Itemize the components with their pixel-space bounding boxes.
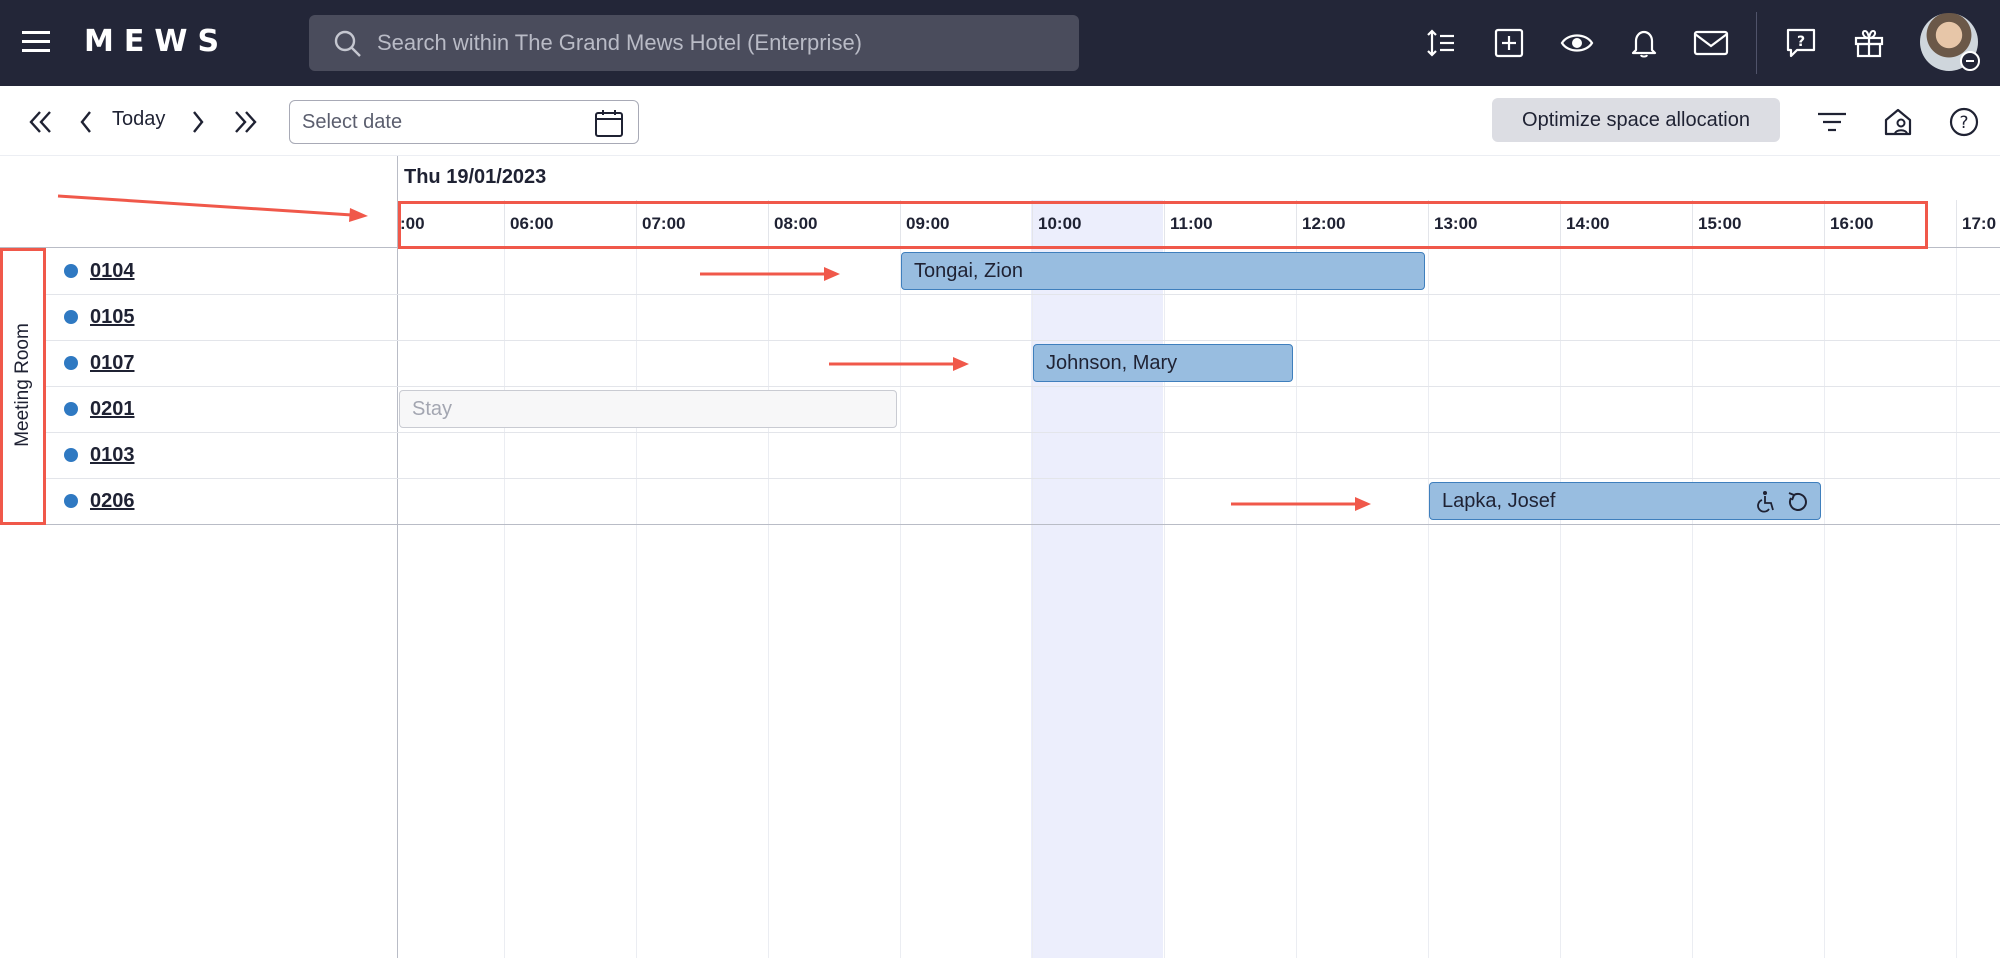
room-row-0104: 0104 [64,248,135,294]
room-status-dot [64,402,78,416]
row-divider [44,386,2000,387]
scheduler-toolbar: Today Optimize space allocation ? [0,86,2000,156]
row-divider [44,432,2000,433]
booking-guest-name: Tongai, Zion [914,259,1023,282]
grid-vline [768,248,769,958]
room-number-link[interactable]: 0103 [90,444,135,467]
mail-icon[interactable] [1688,20,1734,66]
help-icon[interactable]: ? [1946,104,1982,140]
annotation-box-category [0,248,46,525]
scheduler-grid: Meeting Room 0104 0105 0107 0201 0103 02… [0,248,2000,958]
room-number-link[interactable]: 0206 [90,490,135,513]
eye-icon[interactable] [1554,20,1600,66]
room-status-dot [64,448,78,462]
search-input[interactable] [377,15,1057,71]
row-height-icon[interactable] [1418,20,1464,66]
room-row-0206: 0206 [64,478,135,524]
add-icon[interactable] [1486,20,1532,66]
room-status-dot [64,264,78,278]
nav-divider [1756,12,1757,74]
stay-label: Stay [412,397,453,420]
top-navigation-bar: MEWS ? [0,0,2000,86]
grid-vline [1956,248,1957,958]
room-row-0105: 0105 [64,294,135,340]
room-row-0201: 0201 [64,386,135,432]
chevron-left-icon[interactable] [74,104,98,140]
stay-block[interactable]: Stay [399,390,897,428]
annotation-arrow [829,357,969,371]
date-input[interactable] [302,101,582,143]
grid-vline [1428,248,1429,958]
hour-tick [1956,200,1957,248]
timeline-date: Thu 19/01/2023 [404,166,547,188]
annotation-arrow [1231,497,1371,511]
today-button[interactable]: Today [112,108,165,131]
row-divider [44,340,2000,341]
hour-label: 17:0 [1962,214,1997,233]
grid-vline [1560,248,1561,958]
booking-tongai-zion[interactable]: Tongai, Zion [901,252,1425,290]
menu-icon[interactable] [20,27,52,57]
grid-vline [1296,248,1297,958]
grid-vline [636,248,637,958]
booking-guest-name: Lapka, Josef [1442,489,1556,512]
grid-vline [504,248,505,958]
svg-text:?: ? [1959,113,1968,133]
home-user-icon[interactable] [1880,104,1916,140]
annotation-arrow [700,267,840,281]
grid-vline [1692,248,1693,958]
chevron-right-icon[interactable] [186,104,210,140]
booking-lapka-josef[interactable]: Lapka, Josef [1429,482,1821,520]
double-chevron-right-icon[interactable] [228,104,262,140]
room-number-link[interactable]: 0105 [90,306,135,329]
status-indicator [1960,51,1980,71]
svg-text:?: ? [1797,34,1805,50]
filter-icon[interactable] [1814,104,1850,140]
room-row-0107: 0107 [64,340,135,386]
bell-icon[interactable] [1621,20,1667,66]
booking-guest-name: Johnson, Mary [1046,351,1178,374]
room-number-link[interactable]: 0107 [90,352,135,375]
room-number-link[interactable]: 0104 [90,260,135,283]
user-avatar[interactable] [1920,13,1980,71]
date-picker[interactable] [289,100,639,144]
help-chat-icon[interactable]: ? [1778,20,1824,66]
gift-icon[interactable] [1846,20,1892,66]
rows-bottom-divider [0,524,2000,525]
room-column [0,248,398,958]
calendar-icon[interactable] [594,108,624,138]
annotation-box-hour-header [398,201,1928,249]
room-row-0103: 0103 [64,432,135,478]
row-divider [44,478,2000,479]
search-bar[interactable] [309,15,1079,71]
room-number-link[interactable]: 0201 [90,398,135,421]
wheelchair-icon [1757,491,1774,513]
recurring-icon [1788,492,1807,511]
row-divider [44,294,2000,295]
booking-johnson-mary[interactable]: Johnson, Mary [1033,344,1293,382]
double-chevron-left-icon[interactable] [24,104,58,140]
mews-logo: MEWS [84,24,230,59]
annotation-arrow [57,194,368,222]
grid-vline [1824,248,1825,958]
search-icon [334,30,361,57]
optimize-space-allocation-button[interactable]: Optimize space allocation [1492,98,1780,142]
room-status-dot [64,310,78,324]
room-status-dot [64,356,78,370]
room-status-dot [64,494,78,508]
